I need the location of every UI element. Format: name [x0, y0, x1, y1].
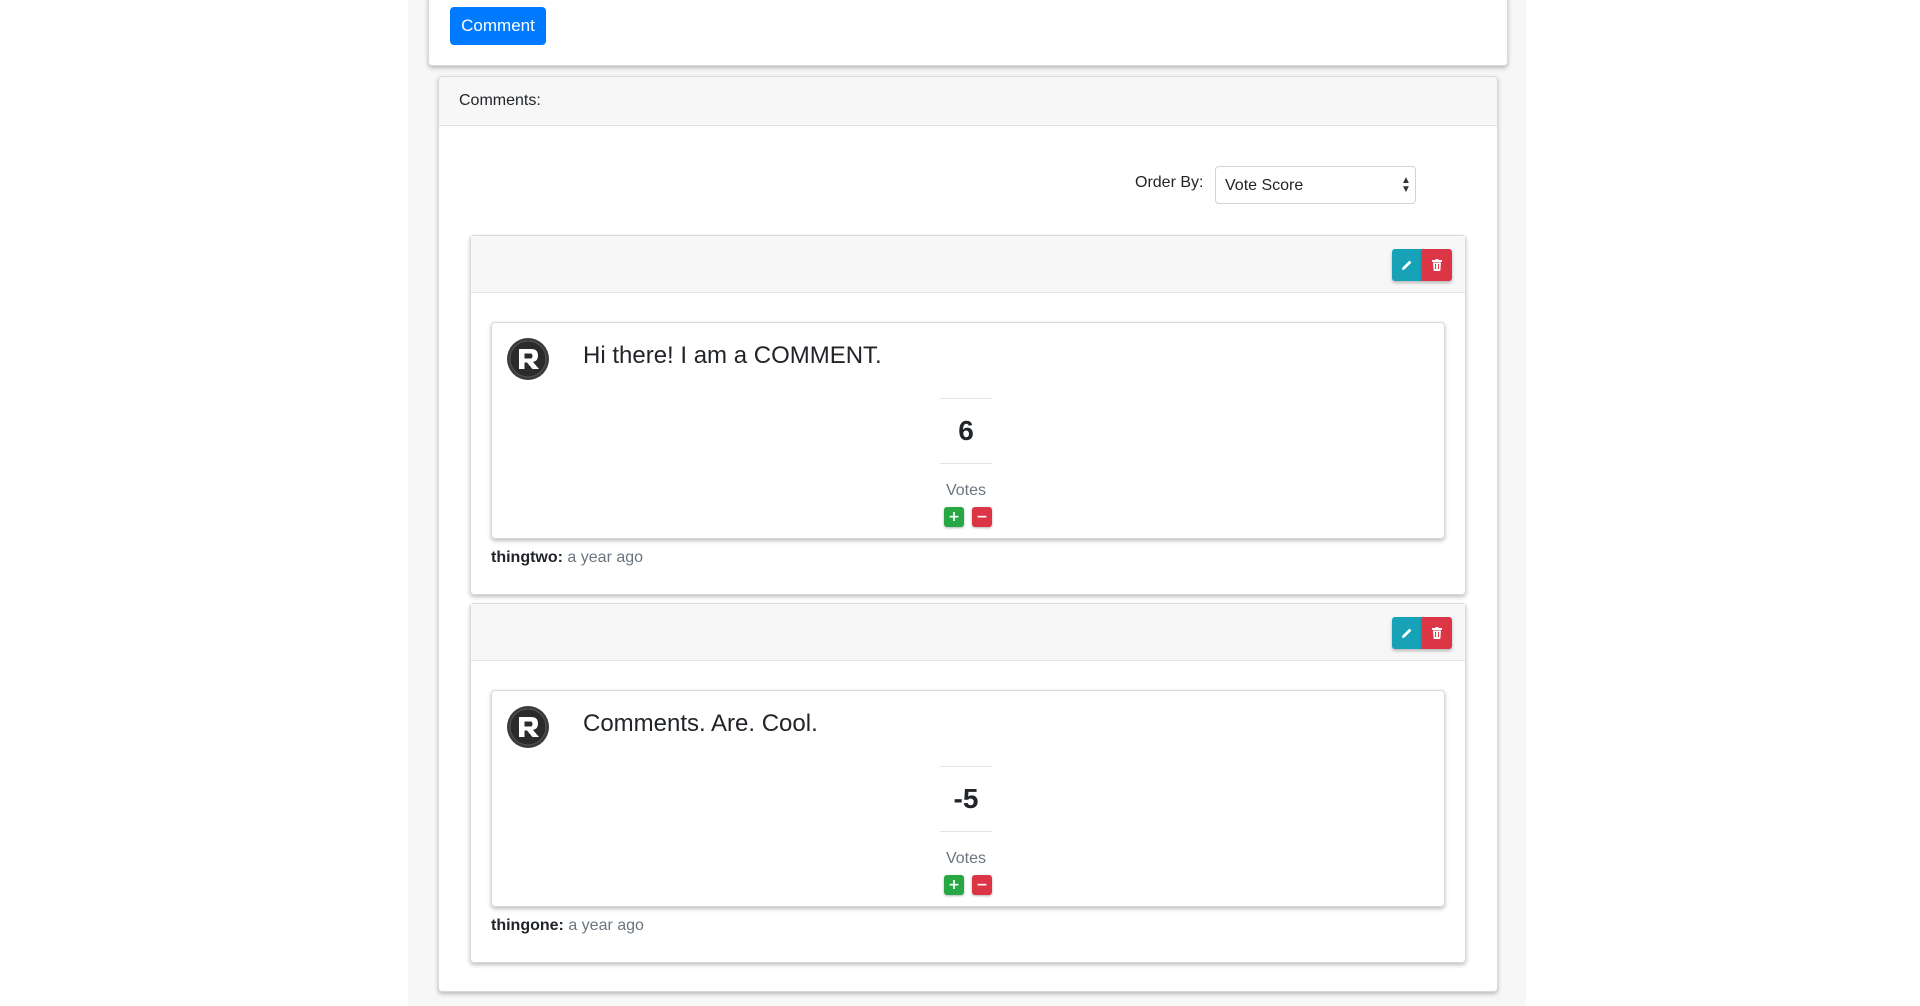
downvote-button[interactable]: − [972, 507, 992, 527]
comments-header: Comments: [439, 77, 1497, 126]
redux-logo-icon [507, 338, 549, 380]
comments-card: Comments: Order By: Vote Score ▲ ▼ Hi th… [438, 76, 1498, 992]
edit-comment-button[interactable] [1392, 249, 1422, 281]
comment-toolbar [471, 236, 1465, 293]
redux-logo-icon [507, 706, 549, 748]
select-arrows-icon: ▲ ▼ [1401, 175, 1411, 195]
comment-card: Hi there! I am a COMMENT. 6 Votes + − th… [470, 235, 1466, 595]
comment-meta: thingtwo: a year ago [491, 548, 643, 568]
order-by-label: Order By: [1135, 174, 1204, 191]
upvote-button[interactable]: + [944, 875, 964, 895]
delete-comment-button[interactable] [1422, 249, 1452, 281]
comment-body: Comments. Are. Cool. -5 Votes + − [491, 690, 1445, 907]
trash-icon [1432, 259, 1442, 271]
comment-toolbar [471, 604, 1465, 661]
comment-author: thingtwo: [491, 549, 563, 566]
comment-button[interactable]: Comment [450, 7, 546, 45]
votes-label: Votes [945, 850, 987, 867]
comment-text: Comments. Are. Cool. [583, 710, 818, 737]
comment-meta: thingone: a year ago [491, 916, 644, 936]
pencil-icon [1402, 628, 1412, 638]
pencil-icon [1402, 260, 1412, 270]
comment-body: Hi there! I am a COMMENT. 6 Votes + − [491, 322, 1445, 539]
order-by-selected-value: Vote Score [1225, 177, 1304, 194]
order-by-select[interactable]: Vote Score ▲ ▼ [1215, 166, 1416, 204]
trash-icon [1432, 627, 1442, 639]
delete-comment-button[interactable] [1422, 617, 1452, 649]
comment-author: thingone: [491, 917, 564, 934]
votes-label: Votes [945, 482, 987, 499]
comment-timestamp: a year ago [567, 549, 644, 566]
comments-header-title: Comments: [459, 92, 541, 109]
upvote-button[interactable]: + [944, 507, 964, 527]
comment-timestamp: a year ago [568, 917, 644, 934]
vote-score: -5 [953, 783, 979, 814]
vote-score: 6 [958, 415, 974, 446]
compose-card: Comment [428, 0, 1508, 66]
comment-card: Comments. Are. Cool. -5 Votes + − thingo… [470, 603, 1466, 963]
edit-comment-button[interactable] [1392, 617, 1422, 649]
downvote-button[interactable]: − [972, 875, 992, 895]
comment-text: Hi there! I am a COMMENT. [583, 342, 882, 369]
vote-score-box: -5 [940, 766, 992, 832]
vote-score-box: 6 [940, 398, 992, 464]
